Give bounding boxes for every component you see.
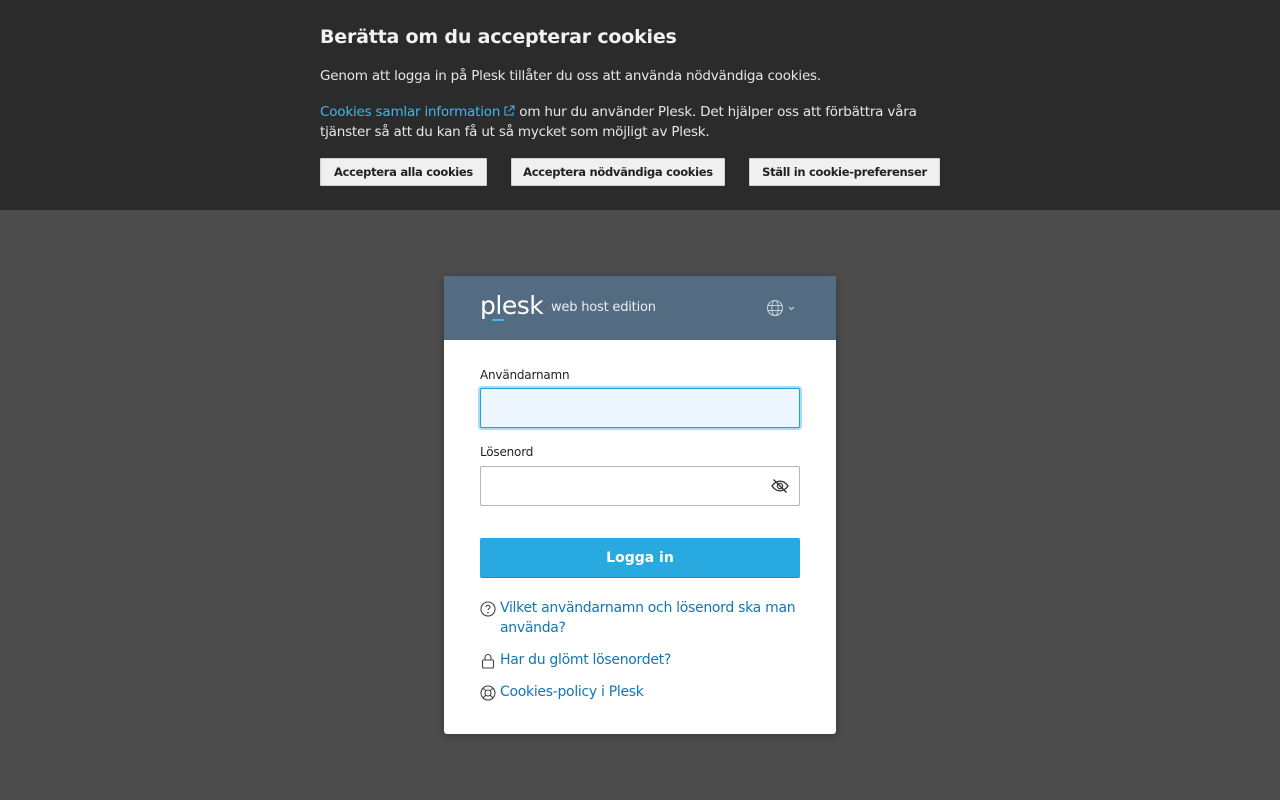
cookies-policy-link[interactable]: Cookies-policy i Plesk: [480, 682, 800, 702]
lock-icon: [481, 653, 495, 669]
cookie-banner-title: Berätta om du accepterar cookies: [320, 26, 677, 48]
username-input[interactable]: [480, 388, 800, 428]
cookies-info-link[interactable]: Cookies samlar information: [320, 104, 515, 120]
lifebuoy-icon: [480, 685, 496, 701]
credentials-help-link[interactable]: Vilket användarnamn och lösenord ska man…: [480, 598, 800, 638]
cookie-preferences-button[interactable]: Ställ in cookie-preferenser: [749, 158, 940, 186]
cookie-banner: Berätta om du accepterar cookies Genom a…: [0, 0, 1280, 210]
plesk-logo-text: plesk: [480, 293, 544, 320]
external-link-icon: [504, 105, 515, 116]
eye-slash-icon: [771, 479, 789, 493]
password-input[interactable]: [480, 466, 800, 506]
cookie-banner-info: Cookies samlar information om hur du anv…: [320, 102, 960, 142]
plesk-logo: plesk: [480, 293, 545, 321]
cookies-policy-text: Cookies-policy i Plesk: [500, 684, 644, 700]
cookie-banner-content: Berätta om du accepterar cookies Genom a…: [320, 24, 960, 142]
login-card: plesk web host edition Användarnamn Löse…: [444, 276, 836, 734]
username-label: Användarnamn: [480, 368, 570, 382]
password-label: Lösenord: [480, 445, 534, 459]
credentials-help-text: Vilket användarnamn och lösenord ska man…: [500, 600, 796, 636]
edition-label: web host edition: [551, 300, 656, 315]
login-card-header: plesk web host edition: [444, 276, 836, 340]
chevron-down-icon: [788, 306, 795, 311]
password-visibility-toggle[interactable]: [770, 477, 790, 495]
question-circle-icon: [480, 601, 496, 617]
cookie-banner-text: Genom att logga in på Plesk tillåter du …: [320, 68, 821, 84]
accept-necessary-cookies-button[interactable]: Acceptera nödvändiga cookies: [511, 158, 725, 186]
forgot-password-link[interactable]: Har du glömt lösenordet?: [480, 650, 800, 670]
globe-icon: [766, 299, 795, 317]
accept-all-cookies-button[interactable]: Acceptera alla cookies: [320, 158, 487, 186]
cookies-info-link-text: Cookies samlar information: [320, 104, 501, 120]
forgot-password-text: Har du glömt lösenordet?: [500, 652, 671, 668]
language-switcher[interactable]: [766, 298, 798, 318]
login-button[interactable]: Logga in: [480, 538, 800, 578]
